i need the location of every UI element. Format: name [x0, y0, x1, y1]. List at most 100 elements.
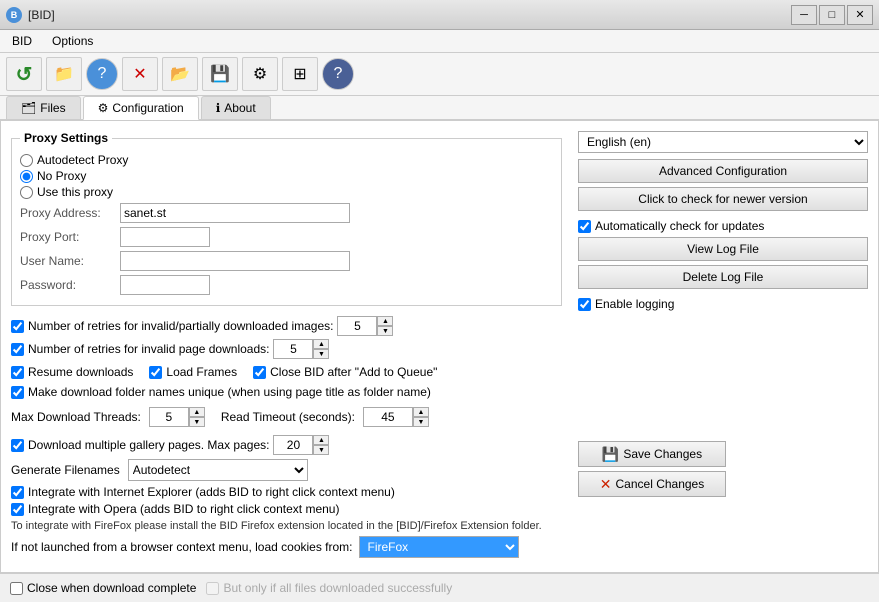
footer-bar: Close when download complete But only if… [0, 573, 879, 602]
menu-options[interactable]: Options [44, 32, 101, 50]
close-bid-checkbox[interactable] [253, 366, 266, 379]
download-pages-input[interactable] [273, 435, 313, 455]
language-dropdown[interactable]: English (en) German (de) French (fr) Spa… [578, 131, 868, 153]
read-timeout-down[interactable]: ▼ [413, 417, 429, 427]
generate-filenames-label: Generate Filenames [11, 463, 120, 477]
download-pages-checkbox[interactable] [11, 439, 24, 452]
save-cancel-section: 💾 Save Changes ✕ Cancel Changes [578, 441, 868, 497]
proxy-noproxy-radio[interactable] [20, 170, 33, 183]
proxy-usethis-radio[interactable] [20, 186, 33, 199]
retries-images-label: Number of retries for invalid/partially … [28, 319, 333, 333]
toolbar-info-btn[interactable]: ? [322, 58, 354, 90]
proxy-address-input[interactable] [120, 203, 350, 223]
cancel-icon: ✕ [600, 476, 612, 493]
proxy-port-input[interactable] [120, 227, 210, 247]
retries-images-checkbox[interactable] [11, 320, 24, 333]
minimize-btn[interactable]: ─ [791, 5, 817, 25]
integrate-opera-label: Integrate with Opera (adds BID to right … [28, 502, 339, 516]
toolbar-help-btn[interactable]: ? [86, 58, 118, 90]
view-log-btn[interactable]: View Log File [578, 237, 868, 261]
read-timeout-row: Read Timeout (seconds): ▲ ▼ [221, 407, 429, 427]
files-tab-icon: 🗂 [21, 101, 36, 115]
toolbar-grid-btn[interactable]: ⊞ [282, 57, 318, 91]
proxy-autodetect-radio[interactable] [20, 154, 33, 167]
about-tab-icon: ℹ [216, 101, 221, 115]
left-panel: Proxy Settings Autodetect Proxy No Proxy… [11, 131, 562, 562]
max-threads-row: Max Download Threads: ▲ ▼ [11, 407, 205, 427]
toolbar-open-btn[interactable]: 📂 [162, 57, 198, 91]
retries-pages-checkbox[interactable] [11, 343, 24, 356]
resume-downloads-label: Resume downloads [28, 365, 133, 379]
config-tab-icon: ⚙ [98, 101, 109, 115]
tab-files[interactable]: 🗂 Files [6, 96, 81, 119]
enable-logging-label: Enable logging [595, 297, 674, 311]
generate-filenames-dropdown[interactable]: Autodetect Sequential Original [128, 459, 308, 481]
advanced-config-btn[interactable]: Advanced Configuration [578, 159, 868, 183]
unique-folder-label: Make download folder names unique (when … [28, 385, 431, 399]
tabs-bar: 🗂 Files ⚙ Configuration ℹ About [0, 96, 879, 120]
retries-pages-row: Number of retries for invalid page downl… [11, 339, 562, 359]
resume-downloads-row: Resume downloads [11, 365, 133, 379]
integrate-ie-label: Integrate with Internet Explorer (adds B… [28, 485, 395, 499]
download-pages-label: Download multiple gallery pages. Max pag… [28, 438, 269, 452]
max-threads-label: Max Download Threads: [11, 410, 141, 424]
files-tab-label: Files [40, 101, 65, 115]
max-threads-input[interactable] [149, 407, 189, 427]
resume-downloads-checkbox[interactable] [11, 366, 24, 379]
maximize-btn[interactable]: □ [819, 5, 845, 25]
proxy-section-title: Proxy Settings [20, 131, 112, 145]
max-threads-down[interactable]: ▼ [189, 417, 205, 427]
download-pages-up[interactable]: ▲ [313, 435, 329, 445]
retries-images-down[interactable]: ▼ [377, 326, 393, 336]
load-frames-row: Load Frames [149, 365, 237, 379]
app-icon: B [6, 7, 22, 23]
cookies-dropdown[interactable]: FireFox Internet Explorer Opera None [359, 536, 519, 558]
retries-images-row: Number of retries for invalid/partially … [11, 316, 562, 336]
retries-pages-down[interactable]: ▼ [313, 349, 329, 359]
retries-images-up[interactable]: ▲ [377, 316, 393, 326]
proxy-username-input[interactable] [120, 251, 350, 271]
retries-pages-up[interactable]: ▲ [313, 339, 329, 349]
proxy-port-label: Proxy Port: [20, 230, 120, 244]
tab-configuration[interactable]: ⚙ Configuration [83, 96, 199, 120]
download-pages-down[interactable]: ▼ [313, 445, 329, 455]
tab-about[interactable]: ℹ About [201, 96, 271, 119]
delete-log-btn[interactable]: Delete Log File [578, 265, 868, 289]
max-threads-up[interactable]: ▲ [189, 407, 205, 417]
toolbar-save-btn[interactable]: 💾 [202, 57, 238, 91]
auto-check-updates-checkbox[interactable] [578, 220, 591, 233]
save-icon: 💾 [602, 446, 619, 463]
toolbar: ↺ 📁 ? ✕ 📂 💾 ⚙ ⊞ ? [0, 53, 879, 96]
toolbar-refresh-btn[interactable]: ↺ [6, 57, 42, 91]
cookies-row: If not launched from a browser context m… [11, 536, 562, 558]
generate-filenames-row: Generate Filenames Autodetect Sequential… [11, 459, 562, 481]
check-version-btn[interactable]: Click to check for newer version [578, 187, 868, 211]
unique-folder-checkbox[interactable] [11, 386, 24, 399]
load-frames-checkbox[interactable] [149, 366, 162, 379]
cookies-label: If not launched from a browser context m… [11, 540, 353, 554]
close-btn[interactable]: ✕ [847, 5, 873, 25]
integrate-ie-checkbox[interactable] [11, 486, 24, 499]
retries-pages-input[interactable] [273, 339, 313, 359]
main-content: Proxy Settings Autodetect Proxy No Proxy… [0, 120, 879, 573]
cancel-changes-btn[interactable]: ✕ Cancel Changes [578, 471, 726, 497]
enable-logging-checkbox[interactable] [578, 298, 591, 311]
proxy-address-label: Proxy Address: [20, 206, 120, 220]
read-timeout-input[interactable] [363, 407, 413, 427]
save-changes-btn[interactable]: 💾 Save Changes [578, 441, 726, 467]
toolbar-folder-btn[interactable]: 📁 [46, 57, 82, 91]
menu-bid[interactable]: BID [4, 32, 40, 50]
proxy-password-label: Password: [20, 278, 120, 292]
integrate-opera-checkbox[interactable] [11, 503, 24, 516]
config-tab-label: Configuration [112, 101, 183, 115]
proxy-settings-group: Proxy Settings Autodetect Proxy No Proxy… [11, 131, 562, 306]
retries-images-input[interactable] [337, 316, 377, 336]
proxy-username-label: User Name: [20, 254, 120, 268]
toolbar-settings-btn[interactable]: ⚙ [242, 57, 278, 91]
auto-check-updates-row: Automatically check for updates [578, 219, 868, 233]
proxy-noproxy-label: No Proxy [37, 169, 86, 183]
read-timeout-up[interactable]: ▲ [413, 407, 429, 417]
language-row: English (en) German (de) French (fr) Spa… [578, 131, 868, 153]
proxy-password-input[interactable] [120, 275, 210, 295]
toolbar-stop-btn[interactable]: ✕ [122, 57, 158, 91]
